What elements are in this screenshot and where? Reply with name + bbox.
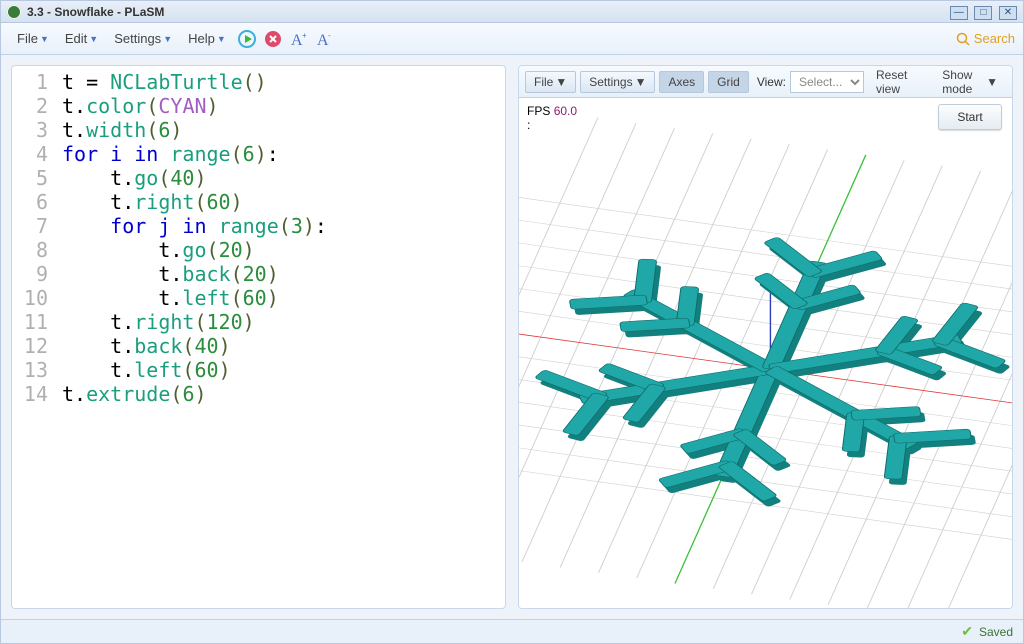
font-decrease-icon: A-: [315, 30, 335, 48]
viewer-grid-toggle[interactable]: Grid: [708, 71, 749, 93]
code-editor[interactable]: 1234567891011121314 t = NCLabTurtle()t.c…: [12, 66, 505, 608]
show-mode-menu[interactable]: Show mode▼: [934, 71, 1006, 93]
start-button[interactable]: Start: [938, 104, 1002, 130]
font-increase-button[interactable]: A+: [288, 28, 310, 50]
svg-text:-: -: [328, 31, 331, 40]
viewer-settings-menu[interactable]: Settings▼: [580, 71, 655, 93]
maximize-button[interactable]: □: [974, 6, 992, 20]
menu-settings[interactable]: Settings▼: [106, 27, 180, 50]
run-button[interactable]: [236, 28, 258, 50]
app-icon: [7, 5, 21, 19]
code-body[interactable]: t = NCLabTurtle()t.color(CYAN)t.width(6)…: [56, 66, 333, 608]
titlebar: 3.3 - Snowflake - PLaSM — □ ✕: [1, 1, 1023, 23]
menubar: File▼ Edit▼ Settings▼ Help▼ A+ A- Search: [1, 23, 1023, 55]
viewer-file-menu[interactable]: File▼: [525, 71, 576, 93]
app-window: 3.3 - Snowflake - PLaSM — □ ✕ File▼ Edit…: [0, 0, 1024, 644]
stop-icon: [264, 30, 282, 48]
font-decrease-button[interactable]: A-: [314, 28, 336, 50]
fps-label: FPS 60.0:: [527, 104, 577, 132]
line-gutter: 1234567891011121314: [12, 66, 56, 608]
viewport-3d[interactable]: FPS 60.0: Start: [519, 98, 1012, 608]
code-panel: 1234567891011121314 t = NCLabTurtle()t.c…: [11, 65, 506, 609]
close-button[interactable]: ✕: [999, 6, 1017, 20]
svg-text:+: +: [302, 31, 307, 40]
content-area: 1234567891011121314 t = NCLabTurtle()t.c…: [1, 55, 1023, 619]
search-button[interactable]: Search: [956, 31, 1015, 46]
play-icon: [238, 30, 256, 48]
saved-check-icon: ✔: [961, 623, 973, 640]
menu-edit[interactable]: Edit▼: [57, 27, 106, 50]
menu-file[interactable]: File▼: [9, 27, 57, 50]
viewer-axes-toggle[interactable]: Axes: [659, 71, 704, 93]
view-select[interactable]: Select...: [790, 71, 864, 93]
search-icon: [956, 32, 970, 46]
statusbar: ✔ Saved: [1, 619, 1023, 643]
reset-view-button[interactable]: Reset view: [868, 71, 926, 93]
viewer-panel: File▼ Settings▼ Axes Grid View: Select..…: [518, 65, 1013, 609]
saved-label: Saved: [979, 625, 1013, 639]
window-title: 3.3 - Snowflake - PLaSM: [27, 5, 947, 19]
view-label: View:: [757, 75, 786, 89]
font-increase-icon: A+: [289, 30, 309, 48]
menu-help[interactable]: Help▼: [180, 27, 234, 50]
stop-button[interactable]: [262, 28, 284, 50]
render-canvas: [519, 98, 1012, 608]
viewer-toolbar: File▼ Settings▼ Axes Grid View: Select..…: [519, 66, 1012, 98]
window-controls: — □ ✕: [947, 3, 1017, 20]
minimize-button[interactable]: —: [950, 6, 968, 20]
